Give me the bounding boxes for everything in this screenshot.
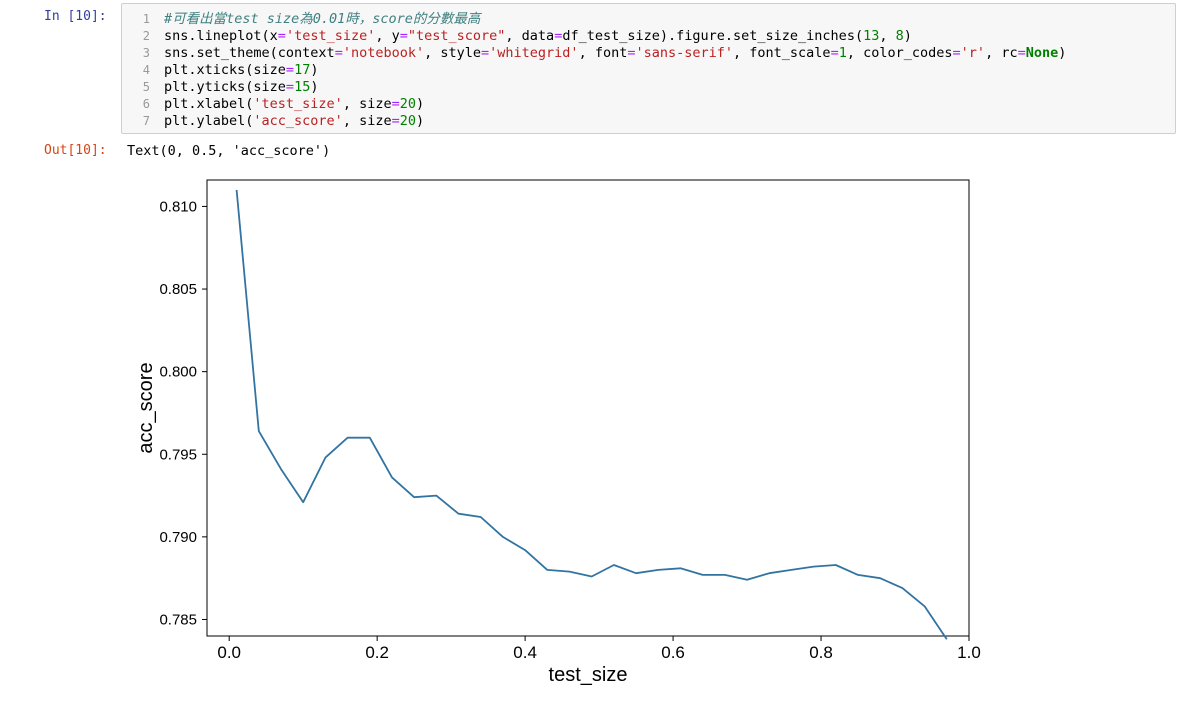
- y-tick-label: 0.805: [159, 281, 197, 298]
- x-axis-label: test_size: [549, 664, 628, 686]
- x-tick-label: 1.0: [957, 643, 981, 662]
- y-tick-label: 0.785: [159, 611, 197, 628]
- x-tick-label: 0.8: [809, 643, 833, 662]
- y-tick-label: 0.810: [159, 198, 197, 215]
- x-tick-label: 0.6: [661, 643, 685, 662]
- x-tick-label: 0.0: [217, 643, 241, 662]
- y-axis-label: acc_score: [135, 362, 157, 453]
- plot-frame: [206, 179, 970, 637]
- y-tick-label: 0.800: [159, 364, 197, 381]
- line-chart: 0.0 0.2 0.4 0.6 0.8 1.0 0.785 0.790 0.795 0.800 0.…: [135, 179, 981, 686]
- y-tick-label: 0.790: [159, 529, 197, 546]
- x-tick-label: 0.2: [365, 643, 389, 662]
- x-tick-label: 0.4: [513, 643, 537, 662]
- y-tick-label: 0.795: [159, 446, 197, 463]
